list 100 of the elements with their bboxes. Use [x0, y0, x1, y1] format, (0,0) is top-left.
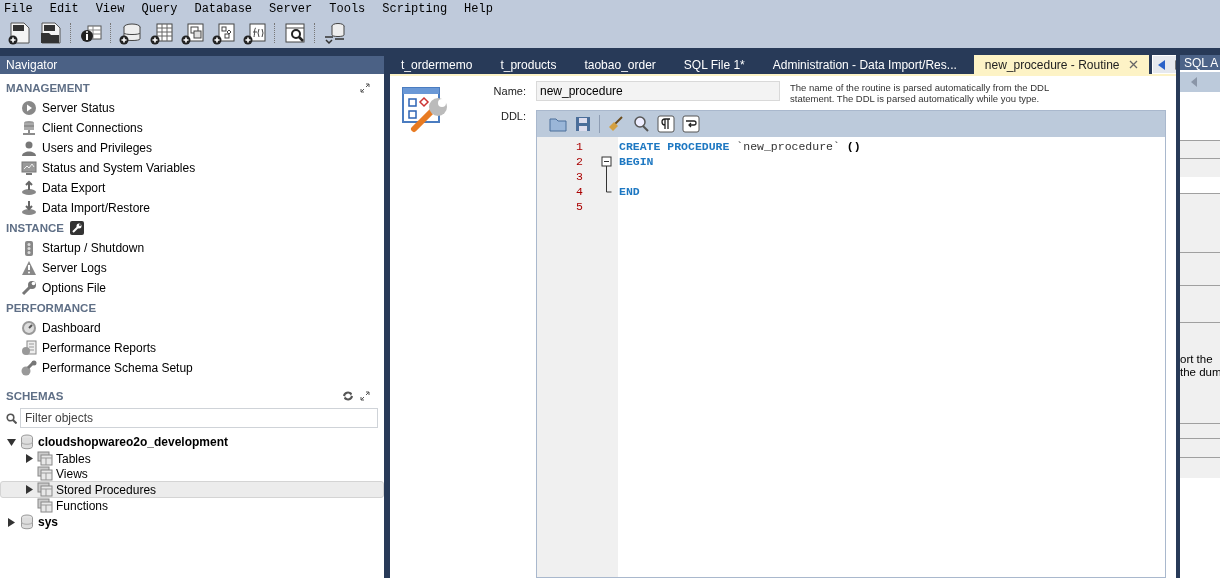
refresh-icon[interactable]: [342, 391, 354, 401]
function-add-icon[interactable]: [243, 21, 267, 45]
word-wrap-icon[interactable]: [682, 115, 700, 133]
tree-item[interactable]: Views: [0, 466, 384, 481]
tree-item[interactable]: Stored Procedures: [0, 481, 384, 498]
expand-icon[interactable]: [360, 83, 370, 93]
section-heading: MANAGEMENT: [6, 82, 90, 94]
menu-item[interactable]: Server: [269, 2, 322, 16]
nav-item[interactable]: Performance Reports: [42, 341, 157, 355]
gauge-icon: [21, 320, 37, 336]
expand-icon[interactable]: [360, 391, 370, 401]
code-line: CREATE PROCEDURE `new_procedure` (): [619, 140, 861, 153]
form-row: [1180, 252, 1220, 285]
nav-item[interactable]: Performance Schema Setup: [42, 361, 193, 375]
broom-icon[interactable]: [607, 115, 625, 133]
code-editor[interactable]: 1 2 3 4 5 CREATE PROCEDURE `new_procedure` () BEGIN END: [536, 110, 1166, 578]
menu-item[interactable]: Edit: [49, 2, 88, 16]
tree-item[interactable]: Tables: [0, 451, 384, 466]
tab[interactable]: t_products: [489, 55, 568, 74]
pilcrow-icon[interactable]: [657, 115, 675, 133]
code-line: END: [619, 185, 640, 198]
menu-item[interactable]: Database: [194, 2, 262, 16]
download-icon: [21, 200, 37, 216]
table-add-icon[interactable]: [150, 21, 174, 45]
line-number: 3: [575, 169, 584, 184]
section-heading: PERFORMANCE: [6, 302, 97, 314]
folder-stack-icon: [37, 481, 53, 498]
routine-wrench-icon: [402, 85, 450, 133]
tab[interactable]: SQL File 1*: [672, 55, 756, 74]
expand-arrow-icon[interactable]: [6, 517, 16, 527]
nav-item[interactable]: Data Export: [42, 181, 106, 195]
field-label: DDL:: [499, 110, 526, 124]
routine-add-icon[interactable]: [212, 21, 236, 45]
form-row: [1180, 193, 1220, 252]
tab[interactable]: SQL A: [1180, 55, 1220, 71]
line-number: 2: [575, 154, 584, 169]
search-table-icon[interactable]: [283, 21, 307, 45]
nav-item[interactable]: Server Logs: [42, 261, 107, 275]
database-sync-icon[interactable]: [323, 21, 347, 45]
menu-item[interactable]: Scripting: [382, 2, 457, 16]
fold-minus-icon: [601, 154, 612, 169]
view-add-icon[interactable]: [181, 21, 205, 45]
form-row: [1180, 158, 1220, 177]
description-text: the dum: [1180, 366, 1220, 379]
tab[interactable]: taobao_order: [573, 55, 667, 74]
sql-file-open-icon[interactable]: [39, 21, 63, 45]
nav-item[interactable]: Status and System Variables: [42, 161, 196, 175]
nav-item[interactable]: Users and Privileges: [42, 141, 153, 155]
server-network-icon: [21, 120, 37, 136]
form-row: [1180, 457, 1220, 478]
tab[interactable]: t_ordermemo: [390, 55, 484, 74]
folder-stack-icon: [37, 497, 53, 514]
tab[interactable]: new_procedure - Routine: [973, 55, 1149, 74]
folder-stack-icon: [37, 465, 53, 482]
expand-arrow-icon[interactable]: [24, 454, 34, 463]
tree-item[interactable]: cloudshopwareo2o_development: [0, 433, 384, 451]
tree-item[interactable]: sys: [0, 513, 384, 531]
code-line: BEGIN: [619, 155, 654, 168]
warning-icon: [21, 260, 37, 276]
form-row: [1180, 438, 1220, 457]
nav-item[interactable]: Startup / Shutdown: [42, 241, 145, 255]
close-icon[interactable]: [1128, 60, 1138, 69]
field-label: Name:: [492, 84, 526, 97]
expand-arrow-icon[interactable]: [24, 485, 34, 494]
menu-item[interactable]: File: [4, 2, 42, 16]
sql-file-add-icon[interactable]: [8, 21, 32, 45]
name-field[interactable]: new_procedure: [536, 81, 780, 101]
gauge-wrench-icon: [21, 360, 37, 376]
nav-item[interactable]: Options File: [42, 281, 107, 295]
search-icon: [6, 412, 17, 424]
folder-stack-icon: [37, 450, 53, 467]
line-number: 4: [575, 184, 584, 199]
upload-icon: [21, 180, 37, 196]
tab[interactable]: Administration - Data Import/Res...: [761, 55, 968, 74]
nav-item[interactable]: Dashboard: [42, 321, 101, 335]
reports-icon: [21, 340, 37, 356]
tree-item[interactable]: Functions: [0, 498, 384, 513]
line-number: 5: [575, 199, 584, 214]
description-text: ort the: [1180, 353, 1214, 366]
monitor-icon: [21, 160, 37, 176]
play-icon: [21, 100, 37, 116]
menu-item[interactable]: View: [95, 2, 134, 16]
database-add-icon[interactable]: [119, 21, 143, 45]
nav-item[interactable]: Client Connections: [42, 121, 143, 135]
panel-title: Navigator: [6, 58, 59, 72]
menu-item[interactable]: Help: [464, 2, 502, 16]
menu-item[interactable]: Query: [141, 2, 187, 16]
section-heading: SCHEMAS: [6, 390, 64, 402]
wrench-icon: [69, 221, 84, 235]
form-row: [1180, 140, 1220, 158]
save-icon[interactable]: [574, 115, 592, 133]
filter-field[interactable]: Filter objects: [20, 408, 378, 428]
nav-item[interactable]: Server Status: [42, 101, 115, 115]
search-icon[interactable]: [632, 115, 650, 133]
database-icon: [19, 514, 35, 530]
hint-text: The name of the routine is parsed automatically from the DDL statement. The DDL is parsed automatically while you type.: [790, 82, 1050, 104]
collapse-arrow-icon[interactable]: [6, 437, 16, 447]
nav-item[interactable]: Data Import/Restore: [42, 201, 151, 215]
menu-item[interactable]: Tools: [329, 2, 375, 16]
database-icon: [19, 434, 35, 450]
